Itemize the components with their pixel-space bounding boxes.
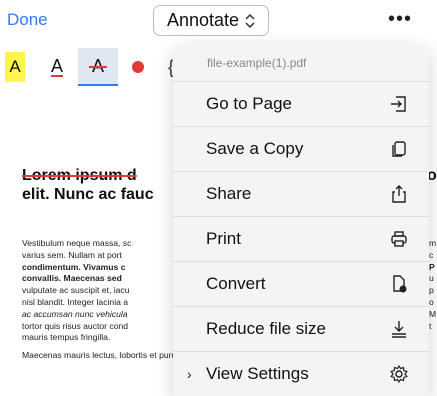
body-line: varius sem. Nullam at port [22, 249, 122, 260]
strikethrough-tool[interactable]: A [78, 48, 118, 84]
highlight-tool-label: A [9, 57, 21, 76]
fragment: m [429, 238, 437, 248]
convert-document-icon [393, 275, 407, 293]
fragment: t [429, 320, 432, 331]
reduce-file-size-menu-item[interactable]: Reduce file size [173, 306, 429, 351]
color-picker[interactable] [128, 52, 148, 82]
print-menu-item[interactable]: Print [173, 216, 429, 261]
mode-label: Annotate [166, 10, 240, 30]
menu-item-label: Go to Page [206, 94, 293, 113]
fragment: P [429, 261, 435, 272]
menu-item-label: Convert [206, 274, 266, 293]
underline-tool[interactable]: A [46, 52, 68, 82]
body-line: mauris tempus fringilla. [22, 332, 111, 343]
body-line: ac accumsan nunc vehicula [22, 308, 128, 319]
body-line: convallis. Maecenas sed [22, 273, 122, 284]
body-line: Vestibulum neque massa, sc [22, 238, 132, 248]
menu-item-label: Save a Copy [206, 139, 304, 158]
body-line: nisl blandit. Integer lacinia a [22, 296, 129, 307]
menu-item-label: Share [206, 184, 252, 203]
ellipsis-icon[interactable]: ••• [388, 8, 412, 31]
menu-item-label: View Settings [206, 364, 309, 383]
download-compress-icon [392, 321, 406, 338]
top-bar: Done Annotate ••• [0, 0, 437, 44]
done-button[interactable]: Done [7, 10, 48, 30]
go-to-page-menu-item[interactable]: Go to Page [173, 81, 429, 126]
body-line: condimentum. Vivamus c [22, 261, 126, 272]
right-edge-fragments: m c P u p o M t [429, 238, 436, 332]
selected-tool-indicator [78, 84, 118, 86]
body-line: tortor quis risus auctor cond [22, 320, 129, 331]
highlight-tool[interactable]: A [5, 52, 25, 82]
struck-title-text: Lorem ipsum d [22, 167, 137, 184]
more-options-menu: file-example(1).pdf Go to Page Save a Co… [173, 45, 429, 396]
printer-icon [391, 231, 407, 247]
share-icon [392, 185, 406, 203]
annotate-mode-selector[interactable]: Annotate [153, 5, 269, 36]
body-line: vulputate ac suscipit et, iacu [22, 285, 130, 296]
save-a-copy-menu-item[interactable]: Save a Copy [173, 126, 429, 171]
fragment: o [429, 296, 434, 307]
gear-icon [390, 364, 408, 384]
fragment: p [429, 285, 434, 296]
fragment: u [429, 273, 434, 284]
chevron-right-icon: › [187, 366, 192, 382]
convert-menu-item[interactable]: Convert [173, 261, 429, 306]
strikethrough-tool-label: A [88, 55, 108, 76]
menu-item-label: Print [206, 229, 241, 248]
chevron-up-down-icon [245, 13, 255, 29]
menu-item-label: Reduce file size [206, 319, 327, 338]
go-to-page-icon [391, 96, 406, 112]
copy-icon [392, 141, 406, 157]
view-settings-menu-item[interactable]: › View Settings [173, 351, 429, 396]
underline-tool-label: A [50, 55, 63, 77]
share-menu-item[interactable]: Share [173, 171, 429, 216]
menu-filename: file-example(1).pdf [207, 56, 307, 70]
fragment: M [429, 308, 437, 319]
fragment: c [429, 249, 434, 260]
red-color-dot-icon [132, 61, 144, 73]
